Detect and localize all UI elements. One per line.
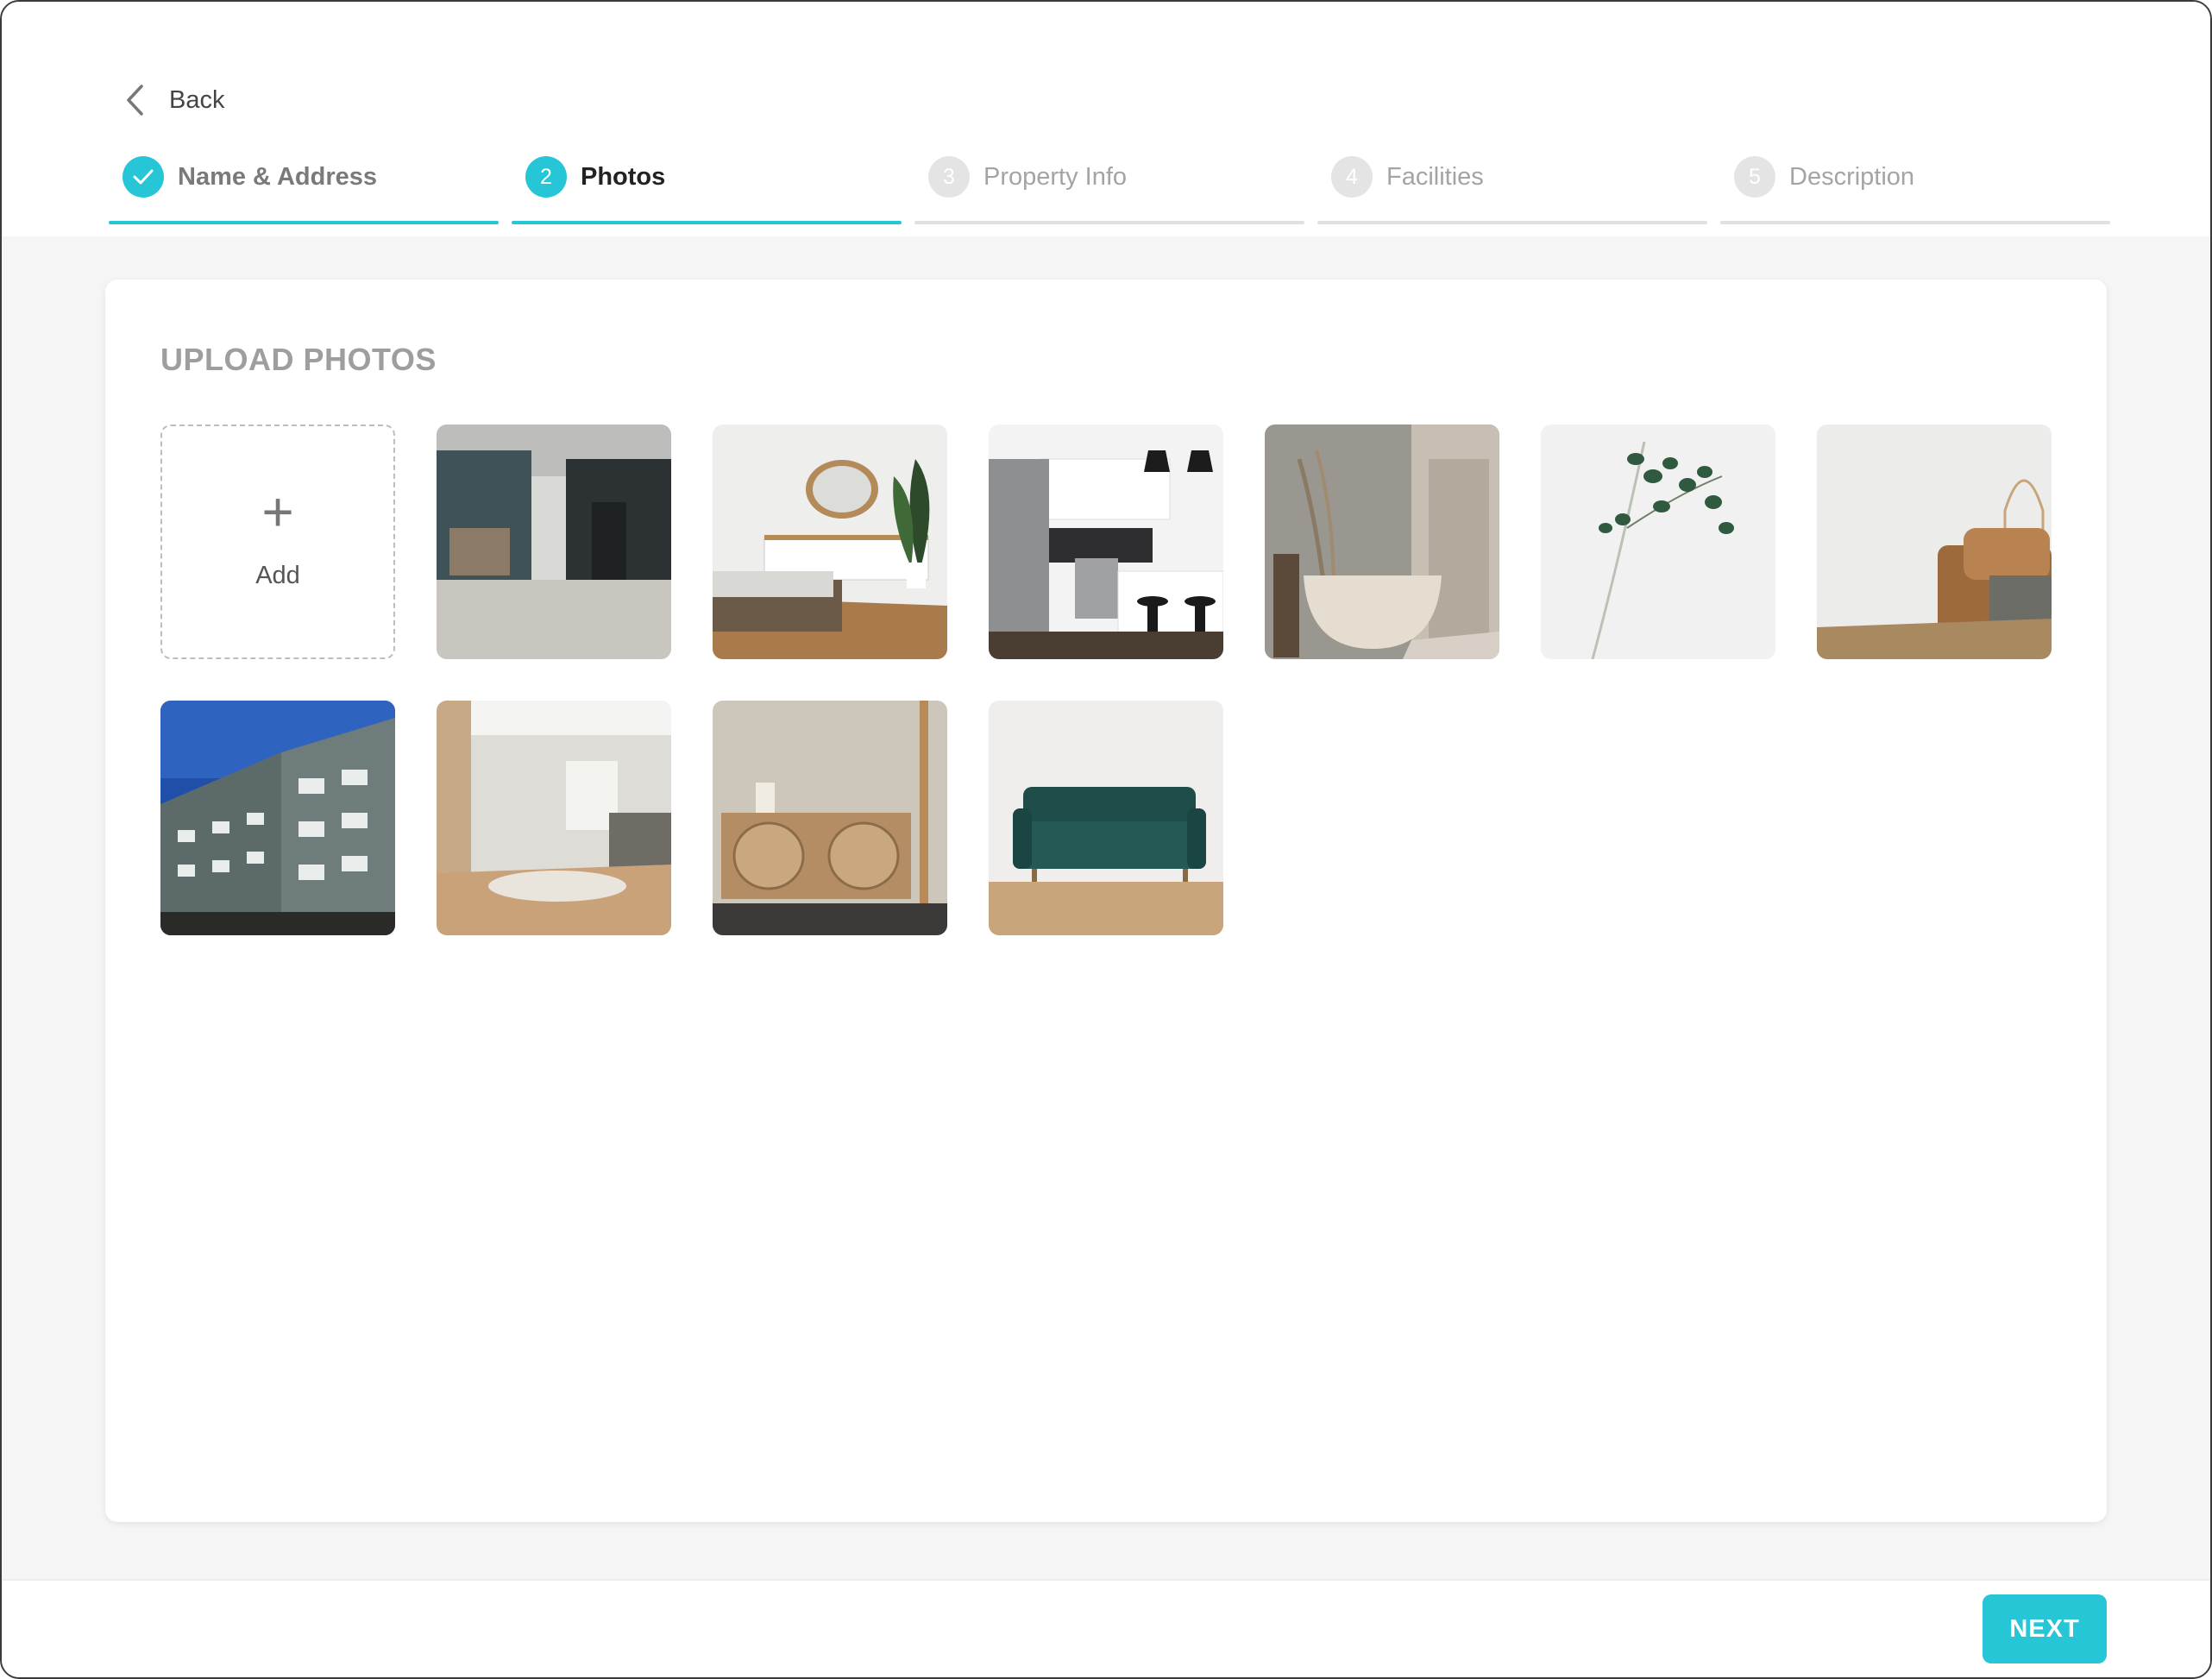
section-title: UPLOAD PHOTOS — [160, 342, 437, 377]
step-progress-bar — [109, 221, 499, 224]
add-label: Add — [255, 561, 300, 589]
back-button[interactable]: Back — [121, 81, 224, 119]
header: Back Name & Address 2 Photos 3 Property … — [2, 2, 2210, 236]
photo-thumbnail[interactable] — [713, 424, 947, 659]
photo-thumbnail[interactable] — [989, 424, 1223, 659]
plus-icon: + — [261, 480, 294, 543]
upload-card: UPLOAD PHOTOS + Add — [105, 280, 2107, 1522]
app-window: Back Name & Address 2 Photos 3 Property … — [0, 0, 2212, 1679]
photo-thumbnail[interactable] — [1817, 424, 2052, 659]
hallway-photo — [437, 424, 671, 659]
step-photos[interactable]: 2 Photos — [512, 154, 902, 224]
photo-thumbnail[interactable] — [713, 701, 947, 935]
photo-thumbnail[interactable] — [437, 701, 671, 935]
sofa-corner-photo — [1817, 424, 2052, 659]
photo-thumbnail[interactable] — [437, 424, 671, 659]
bedroom-photo — [713, 424, 947, 659]
chevron-left-icon — [127, 85, 143, 116]
photo-thumbnail[interactable] — [989, 701, 1223, 935]
plant-photo — [1541, 424, 1775, 659]
step-progress-bar — [1317, 221, 1707, 224]
step-number: 3 — [928, 156, 970, 198]
step-label: Facilities — [1386, 162, 1484, 191]
apartment-building-photo — [160, 701, 395, 935]
kitchen-photo — [989, 424, 1223, 659]
step-number: 2 — [525, 156, 567, 198]
next-button[interactable]: NEXT — [1983, 1594, 2107, 1663]
photo-thumbnail[interactable] — [160, 701, 395, 935]
sideboard-photo — [713, 701, 947, 935]
photo-thumbnail[interactable] — [1541, 424, 1775, 659]
stepper: Name & Address 2 Photos 3 Property Info … — [109, 154, 2110, 226]
step-progress-bar — [914, 221, 1304, 224]
step-description[interactable]: 5 Description — [1720, 154, 2110, 224]
step-label: Description — [1789, 162, 1915, 191]
living-room-photo — [437, 701, 671, 935]
step-number: 5 — [1734, 156, 1775, 198]
photo-thumbnail[interactable] — [1265, 424, 1499, 659]
step-progress-bar — [1720, 221, 2110, 224]
step-label: Photos — [581, 162, 666, 191]
footer-bar: NEXT — [2, 1579, 2210, 1677]
content-area: UPLOAD PHOTOS + Add — [2, 236, 2210, 1581]
step-progress-bar — [512, 221, 902, 224]
back-label: Back — [169, 85, 225, 114]
add-photo-button[interactable]: + Add — [160, 424, 395, 659]
step-number: 4 — [1331, 156, 1373, 198]
step-facilities[interactable]: 4 Facilities — [1317, 154, 1707, 224]
step-label: Property Info — [983, 162, 1128, 191]
step-name-address[interactable]: Name & Address — [109, 154, 499, 224]
green-sofa-photo — [989, 701, 1223, 935]
bathroom-photo — [1265, 424, 1499, 659]
step-label: Name & Address — [178, 162, 378, 191]
step-property-info[interactable]: 3 Property Info — [914, 154, 1304, 224]
check-icon — [123, 156, 164, 198]
